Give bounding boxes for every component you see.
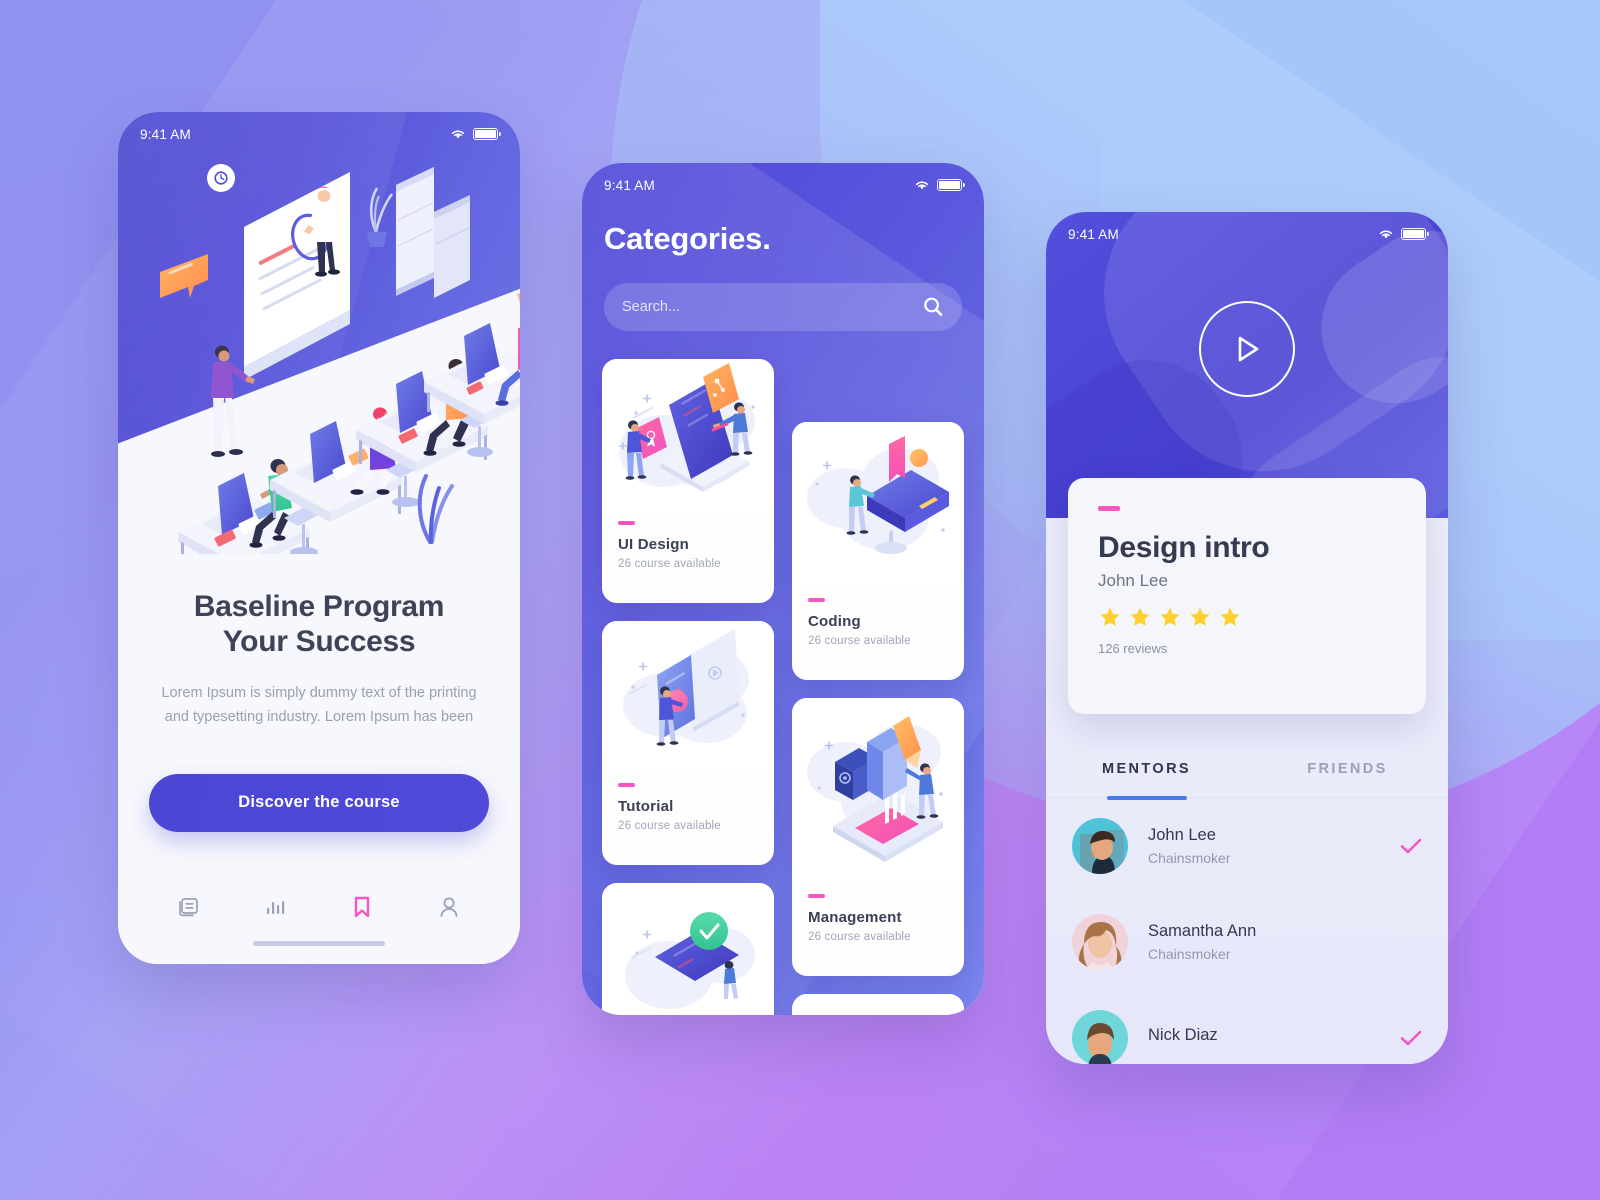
card-accent-dash (1098, 506, 1120, 511)
category-card-management[interactable]: Management 26 course available (792, 698, 964, 976)
category-name: Management (808, 909, 902, 926)
category-card-partial-right[interactable] (792, 994, 964, 1015)
category-column-left: UI Design 26 course available Tutorial 2… (602, 359, 774, 1015)
laptop-design-illustration (602, 359, 774, 511)
page-title-line2: Your Success (222, 624, 416, 658)
star-icon (1130, 607, 1150, 626)
search-bar[interactable] (604, 283, 962, 331)
checkmark-laptop-illustration (602, 883, 774, 1015)
category-card-partial-left[interactable] (602, 883, 774, 1015)
check-icon[interactable] (1400, 1030, 1422, 1046)
mentor-name: Nick Diaz (1148, 1026, 1218, 1044)
avatar (1072, 1010, 1128, 1064)
reviews-count: 126 reviews (1098, 641, 1168, 656)
onboarding-content: Baseline Program Your Success Lorem Ipsu… (118, 554, 520, 964)
battery-icon (1401, 228, 1429, 240)
play-button[interactable] (1199, 301, 1295, 397)
play-icon[interactable] (1230, 331, 1264, 367)
phone-screen-onboarding: 9:41 AM Baseline Program Your Success Lo… (118, 112, 520, 964)
mentor-name: John Lee (1148, 826, 1216, 844)
monitor-coding-illustration (792, 422, 964, 588)
course-author: John Lee (1098, 571, 1168, 590)
statusbar-phone1: 9:41 AM (118, 112, 520, 156)
star-icon (1100, 607, 1120, 626)
screen-tutorial-illustration (602, 621, 774, 773)
category-name: UI Design (618, 536, 689, 553)
partial-card-illustration (792, 994, 964, 1015)
statusbar-phone2: 9:41 AM (582, 163, 984, 207)
tab-mentors[interactable]: MENTORS (1046, 740, 1247, 797)
profile-icon[interactable] (434, 892, 464, 922)
classroom-isometric-illustration (160, 164, 520, 554)
screenshot-canvas: 9:41 AM Baseline Program Your Success Lo… (0, 0, 1600, 1200)
star-icon (1220, 607, 1240, 626)
category-name: Tutorial (618, 798, 674, 815)
battery-icon (937, 179, 965, 191)
category-count: 26 course available (808, 931, 911, 943)
star-icon (1190, 607, 1210, 626)
list-item[interactable]: John Lee Chainsmoker (1046, 798, 1448, 894)
phone-charts-illustration (792, 698, 964, 884)
page-title: Baseline Program Your Success (118, 590, 520, 659)
search-icon[interactable] (922, 296, 944, 318)
statusbar-phone3: 9:41 AM (1046, 212, 1448, 256)
rating-stars (1098, 605, 1396, 629)
mentor-role: Chainsmoker (1148, 850, 1231, 866)
phone-screen-categories: 9:41 AM Categories. Search... UI Design … (582, 163, 984, 1015)
course-info-card: Design intro John Lee 126 reviews (1068, 478, 1426, 714)
mentor-name: Samantha Ann (1148, 922, 1257, 940)
card-accent-dash (808, 894, 825, 898)
stats-icon[interactable] (261, 892, 291, 922)
category-name: Coding (808, 613, 861, 630)
category-card-tutorial[interactable]: Tutorial 26 course available (602, 621, 774, 865)
phone-screen-course-detail: 9:41 AM Design intro John Lee 126 review… (1046, 212, 1448, 1064)
video-hero (1046, 212, 1448, 518)
category-grid: UI Design 26 course available Tutorial 2… (582, 359, 984, 1015)
home-indicator (253, 941, 385, 946)
category-count: 26 course available (618, 820, 721, 832)
category-column-right: Coding 26 course available Management 26… (792, 359, 964, 1015)
category-card-ui-design[interactable]: UI Design 26 course available (602, 359, 774, 603)
wifi-icon (915, 181, 929, 190)
detail-tabs: MENTORS FRIENDS (1046, 740, 1448, 798)
page-title: Categories. (604, 221, 771, 256)
status-time: 9:41 AM (604, 177, 655, 193)
mentor-role: Chainsmoker (1148, 946, 1231, 962)
category-card-coding[interactable]: Coding 26 course available (792, 422, 964, 680)
list-item[interactable]: Nick Diaz (1046, 990, 1448, 1064)
page-description: Lorem Ipsum is simply dummy text of the … (161, 685, 477, 726)
search-input[interactable] (622, 299, 922, 315)
status-time: 9:41 AM (140, 126, 191, 142)
avatar (1072, 818, 1128, 874)
card-accent-dash (618, 783, 635, 787)
star-icon (1160, 607, 1180, 626)
course-title: Design intro (1098, 531, 1270, 564)
battery-icon (473, 128, 501, 140)
articles-icon[interactable] (174, 892, 204, 922)
check-icon[interactable] (1400, 838, 1422, 854)
avatar (1072, 914, 1128, 970)
wifi-icon (1379, 230, 1393, 239)
category-count: 26 course available (618, 558, 721, 570)
wifi-icon (451, 130, 465, 139)
status-time: 9:41 AM (1068, 226, 1119, 242)
discover-the-course-button[interactable]: Discover the course (149, 773, 489, 832)
card-accent-dash (808, 598, 825, 602)
bottom-nav (118, 892, 520, 922)
mentor-list: John Lee Chainsmoker Samantha Ann Chains… (1046, 798, 1448, 1064)
hero-illustration-area (118, 112, 520, 554)
card-accent-dash (618, 521, 635, 525)
page-title-line1: Baseline Program (193, 590, 445, 623)
list-item[interactable]: Samantha Ann Chainsmoker (1046, 894, 1448, 990)
tab-friends[interactable]: FRIENDS (1247, 740, 1448, 797)
category-count: 26 course available (808, 635, 911, 647)
bookmark-icon[interactable] (347, 892, 377, 922)
